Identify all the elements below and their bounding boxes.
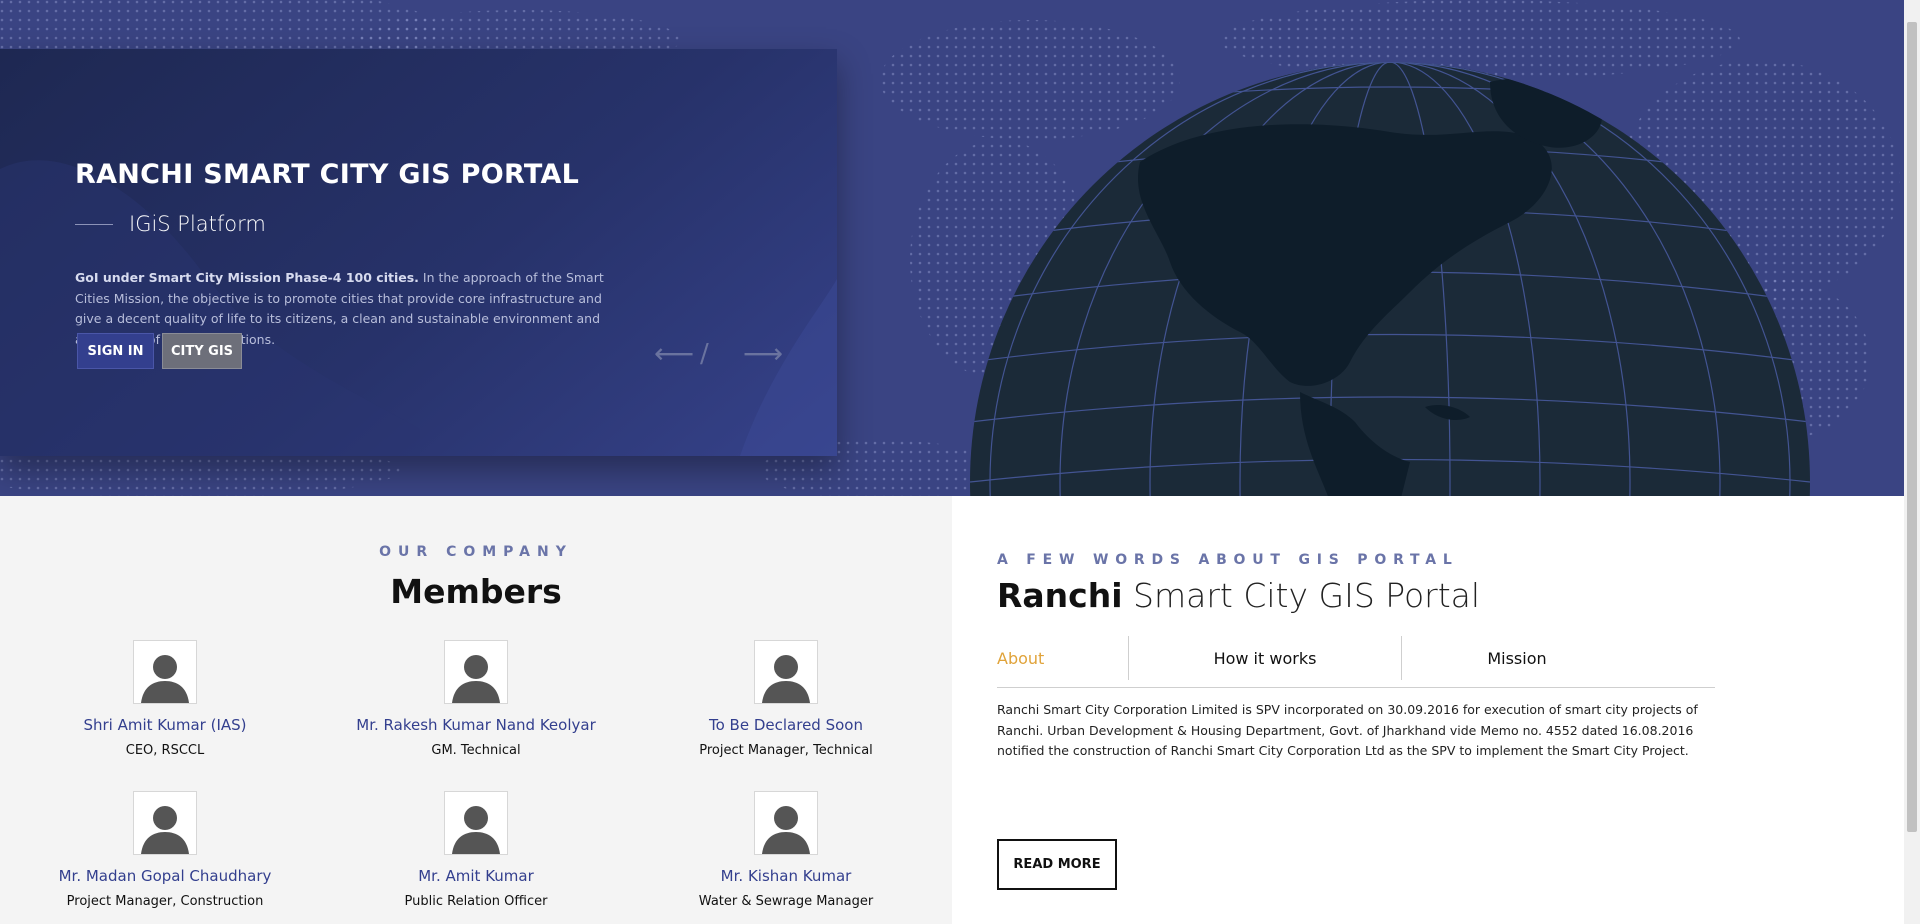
member-card: Mr. Amit Kumar Public Relation Officer <box>316 791 636 909</box>
tab-about[interactable]: About <box>997 636 1129 680</box>
member-role: GM. Technical <box>431 743 521 758</box>
about-tabs: About How it works Mission <box>997 636 1715 688</box>
tab-how-it-works[interactable]: How it works <box>1129 636 1402 680</box>
card-decoration <box>0 160 837 456</box>
hero-section: RANCHI SMART CITY GIS PORTAL IGiS Platfo… <box>0 0 1904 496</box>
tab-mission[interactable]: Mission <box>1402 636 1632 680</box>
sign-in-button[interactable]: SIGN IN <box>77 333 154 369</box>
user-silhouette-icon <box>762 806 810 854</box>
user-silhouette-icon <box>452 655 500 703</box>
member-card: Mr. Rakesh Kumar Nand Keolyar GM. Techni… <box>316 640 636 758</box>
avatar <box>754 640 818 704</box>
about-kicker: A FEW WORDS ABOUT GIS PORTAL <box>997 552 1459 568</box>
member-name[interactable]: Shri Amit Kumar (IAS) <box>5 716 325 734</box>
hero-card: RANCHI SMART CITY GIS PORTAL IGiS Platfo… <box>0 49 837 456</box>
member-role: Project Manager, Technical <box>699 743 873 758</box>
user-silhouette-icon <box>141 806 189 854</box>
members-title: Members <box>390 572 562 611</box>
member-card: Mr. Madan Gopal Chaudhary Project Manage… <box>5 791 325 909</box>
avatar <box>133 791 197 855</box>
hero-subtitle-row: IGiS Platform <box>75 212 266 236</box>
member-role: Project Manager, Construction <box>66 894 264 909</box>
about-title-light: Smart City GIS Portal <box>1122 576 1481 615</box>
avatar <box>444 791 508 855</box>
member-name[interactable]: Mr. Madan Gopal Chaudhary <box>5 867 325 885</box>
about-title: Ranchi Smart City GIS Portal <box>997 576 1480 615</box>
subtitle-divider <box>75 223 113 225</box>
about-section: A FEW WORDS ABOUT GIS PORTAL Ranchi Smar… <box>952 496 1904 924</box>
member-card: Shri Amit Kumar (IAS) CEO, RSCCL <box>5 640 325 758</box>
slider-separator: / <box>700 339 709 369</box>
member-role: Public Relation Officer <box>404 894 548 909</box>
member-role: CEO, RSCCL <box>125 743 205 758</box>
read-more-button[interactable]: READ MORE <box>997 839 1117 890</box>
member-card: Mr. Kishan Kumar Water & Sewrage Manager <box>626 791 946 909</box>
hero-description-bold: GoI under Smart City Mission Phase-4 100… <box>75 270 419 285</box>
user-silhouette-icon <box>762 655 810 703</box>
member-name[interactable]: To Be Declared Soon <box>626 716 946 734</box>
scrollbar-thumb[interactable] <box>1907 22 1917 832</box>
member-card: To Be Declared Soon Project Manager, Tec… <box>626 640 946 758</box>
about-text: Ranchi Smart City Corporation Limited is… <box>997 702 1698 759</box>
globe-illustration <box>970 62 1810 496</box>
members-kicker: OUR COMPANY <box>379 544 573 560</box>
about-title-bold: Ranchi <box>997 576 1123 615</box>
hero-title: RANCHI SMART CITY GIS PORTAL <box>75 159 580 190</box>
prev-arrow-icon[interactable]: ⟵ <box>654 337 694 370</box>
member-name[interactable]: Mr. Amit Kumar <box>316 867 636 885</box>
avatar <box>754 791 818 855</box>
hero-subtitle: IGiS Platform <box>129 212 266 236</box>
member-name[interactable]: Mr. Rakesh Kumar Nand Keolyar <box>316 716 636 734</box>
member-role: Water & Sewrage Manager <box>698 894 874 909</box>
hero-description: GoI under Smart City Mission Phase-4 100… <box>75 268 625 351</box>
city-gis-button[interactable]: CITY GIS <box>162 333 242 369</box>
avatar <box>133 640 197 704</box>
avatar <box>444 640 508 704</box>
user-silhouette-icon <box>452 806 500 854</box>
user-silhouette-icon <box>141 655 189 703</box>
members-section: OUR COMPANY Members Shri Amit Kumar (IAS… <box>0 496 952 924</box>
next-arrow-icon[interactable]: ⟶ <box>743 337 783 370</box>
member-name[interactable]: Mr. Kishan Kumar <box>626 867 946 885</box>
